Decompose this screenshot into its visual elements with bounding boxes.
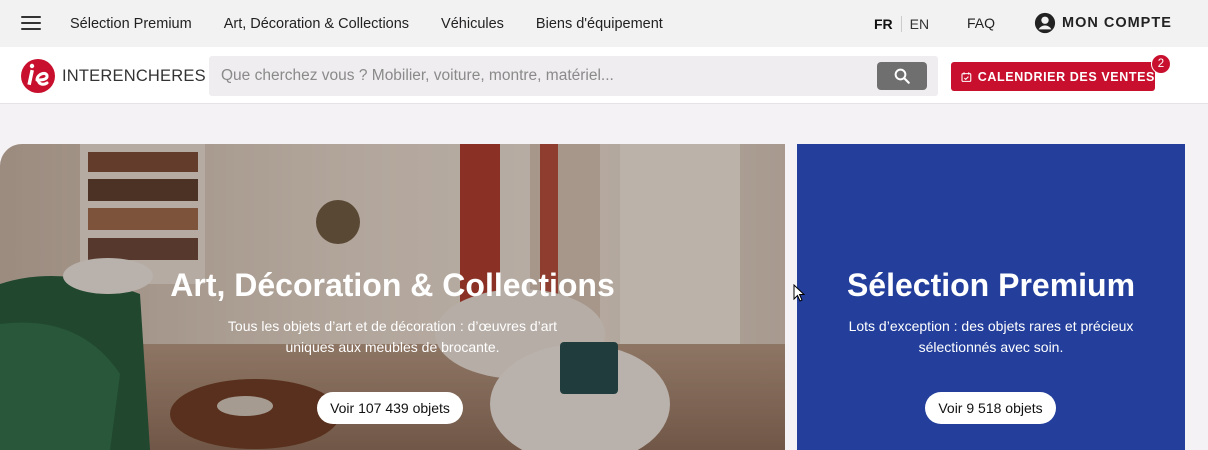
nav-link-biens-equipement[interactable]: Biens d'équipement [536,16,663,32]
account-circle-icon [1034,12,1056,34]
search-input[interactable] [209,56,869,96]
site-logo[interactable]: INTERENCHERES [20,58,206,94]
nav-link-art-decoration[interactable]: Art, Décoration & Collections [224,16,409,32]
top-navigation: Sélection Premium Art, Décoration & Coll… [0,0,1208,47]
mouse-cursor-icon [793,284,805,302]
nav-link-vehicules[interactable]: Véhicules [441,16,504,32]
hamburger-menu-icon[interactable] [21,16,41,31]
premium-desc-line-2: sélectionnés avec soin. [918,339,1064,355]
search-button[interactable] [877,62,927,90]
lang-en[interactable]: EN [902,16,929,32]
calendar-button[interactable]: CALENDRIER DES VENTES [951,62,1155,91]
art-desc-line-1: Tous les objets d’art et de décoration :… [227,318,558,334]
art-card-title: Art, Décoration & Collections [170,267,615,303]
logo-text: INTERENCHERES [62,66,206,85]
account-label: MON COMPTE [1062,15,1172,31]
account-button[interactable]: MON COMPTE [1034,12,1172,34]
faq-link[interactable]: FAQ [967,15,995,31]
premium-card-description: Lots d’exception : des objets rares et p… [821,316,1161,358]
art-desc-line-2: uniques aux meubles de brocante. [285,339,500,355]
selection-premium-card[interactable]: Sélection Premium Lots d’exception : des… [797,144,1185,450]
search-icon [894,68,910,84]
lang-fr[interactable]: FR [874,15,902,32]
category-nav: Sélection Premium Art, Décoration & Coll… [70,0,695,47]
calendar-label: CALENDRIER DES VENTES [977,69,1155,84]
art-decoration-card[interactable]: Art, Décoration & Collections Tous les o… [0,144,785,450]
art-view-objects-button[interactable]: Voir 107 439 objets [317,392,463,424]
calendar-check-icon [961,71,972,82]
calendar-badge: 2 [1151,54,1171,74]
interencheres-logo-icon [21,59,55,93]
premium-view-objects-button[interactable]: Voir 9 518 objets [925,392,1056,424]
premium-desc-line-1: Lots d’exception : des objets rares et p… [848,318,1134,334]
premium-card-title: Sélection Premium [846,267,1136,303]
art-card-description: Tous les objets d’art et de décoration :… [180,316,605,358]
main-header: INTERENCHERES CALENDRIER DES VENTES [0,47,1208,104]
search-bar [209,56,938,96]
language-switch: FR EN [874,0,929,47]
nav-link-selection-premium[interactable]: Sélection Premium [70,16,192,32]
